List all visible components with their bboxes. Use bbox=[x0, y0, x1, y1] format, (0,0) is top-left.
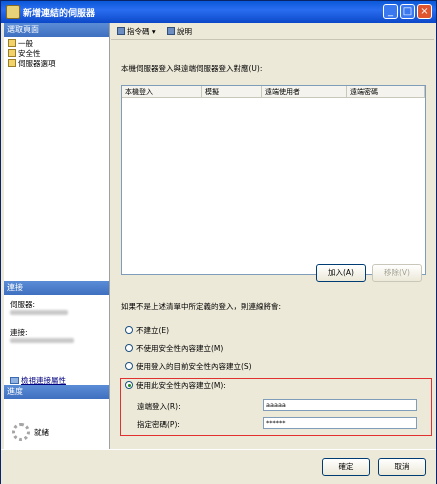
nav-item-label: 安全性 bbox=[18, 49, 41, 58]
nav-item-general[interactable]: 一般 bbox=[8, 39, 33, 49]
page-icon bbox=[8, 49, 16, 57]
page-icon bbox=[8, 59, 16, 67]
password-input[interactable]: ****** bbox=[263, 417, 417, 429]
app-icon bbox=[6, 5, 20, 19]
close-button[interactable]: × bbox=[417, 4, 432, 19]
grid-header-impersonate[interactable]: 模擬 bbox=[202, 86, 262, 98]
script-icon bbox=[117, 27, 125, 35]
nav-item-label: 伺服器選項 bbox=[18, 59, 56, 68]
remove-button[interactable]: 移除(V) bbox=[372, 264, 422, 282]
add-button[interactable]: 加入(A) bbox=[316, 264, 366, 282]
nav-item-label: 一般 bbox=[18, 39, 33, 48]
grid-header-remote-password[interactable]: 遠端密碼 bbox=[347, 86, 425, 98]
server-label: 伺服器: bbox=[10, 300, 36, 309]
option-not-be-made[interactable]: 不建立(E) bbox=[125, 326, 169, 336]
page-icon bbox=[8, 39, 16, 47]
select-page-header: 選取頁面 bbox=[4, 23, 109, 37]
mapping-description: 本機伺服器登入與遠端伺服器登入對應(U): bbox=[121, 64, 263, 73]
left-pane: 選取頁面 一般 安全性 伺服器選項 連接 伺服器: 連接: 檢視連接屬性 進度 … bbox=[4, 23, 110, 475]
nav-item-security[interactable]: 安全性 bbox=[8, 49, 41, 59]
grid-header-remote-user[interactable]: 遠端使用者 bbox=[262, 86, 347, 98]
option-current-security-context[interactable]: 使用登入的目前安全性內容建立(S) bbox=[125, 362, 252, 372]
title-bar[interactable]: 新增連結的伺服器 _ □ × bbox=[1, 1, 436, 23]
connection-label: 連接: bbox=[10, 328, 28, 337]
fallback-description: 如果不是上述清單中所定義的登入，則連線將會: bbox=[121, 302, 282, 311]
chevron-down-icon: ▾ bbox=[151, 27, 156, 36]
remote-login-input[interactable]: aaaaa bbox=[263, 399, 417, 411]
toolbar: 指令碼 ▾ 說明 bbox=[111, 23, 434, 40]
nav-item-server-options[interactable]: 伺服器選項 bbox=[8, 59, 56, 69]
ok-button[interactable]: 確定 bbox=[322, 458, 370, 476]
option-without-security-context[interactable]: 不使用安全性內容建立(M) bbox=[125, 344, 223, 354]
help-icon bbox=[167, 27, 175, 35]
minimize-button[interactable]: _ bbox=[383, 4, 398, 19]
remote-login-label: 遠端登入(R): bbox=[137, 402, 181, 411]
password-label: 指定密碼(P): bbox=[137, 420, 180, 429]
progress-status: 就緒 bbox=[34, 428, 49, 437]
main-pane: 指令碼 ▾ 說明 本機伺服器登入與遠端伺服器登入對應(U): 本機登入 模擬 遠… bbox=[111, 23, 434, 443]
server-value-redacted bbox=[10, 310, 68, 315]
grid-header-local-login[interactable]: 本機登入 bbox=[122, 86, 202, 98]
maximize-button[interactable]: □ bbox=[400, 4, 415, 19]
login-mapping-grid[interactable]: 本機登入 模擬 遠端使用者 遠端密碼 bbox=[121, 85, 426, 275]
cancel-button[interactable]: 取消 bbox=[378, 458, 426, 476]
radio-button[interactable] bbox=[125, 326, 133, 334]
dialog-footer: 確定 取消 bbox=[1, 449, 436, 484]
properties-icon bbox=[10, 377, 19, 384]
connection-header: 連接 bbox=[4, 281, 109, 295]
dialog-window: 新增連結的伺服器 _ □ × 選取頁面 一般 安全性 伺服器選項 連接 伺服器:… bbox=[0, 0, 437, 484]
help-button[interactable]: 說明 bbox=[167, 26, 192, 37]
radio-button[interactable] bbox=[125, 362, 133, 370]
window-title: 新增連結的伺服器 bbox=[23, 9, 96, 19]
connection-value-redacted bbox=[10, 338, 74, 343]
progress-header: 進度 bbox=[4, 385, 109, 399]
radio-button[interactable] bbox=[125, 344, 133, 352]
progress-spinner-icon bbox=[12, 423, 30, 441]
script-button[interactable]: 指令碼 ▾ bbox=[117, 26, 156, 37]
